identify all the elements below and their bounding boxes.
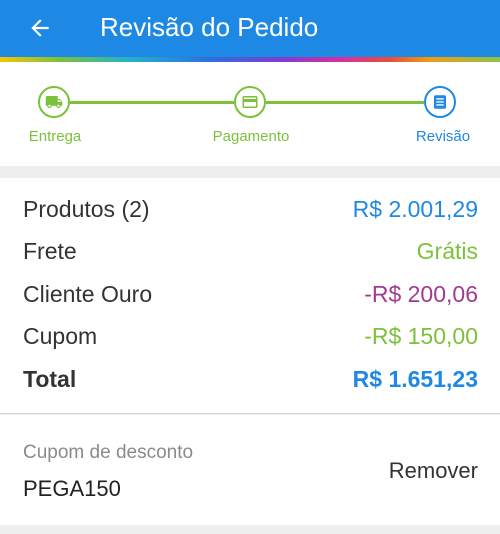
step-label-entrega: Entrega	[28, 128, 82, 145]
truck-icon	[45, 96, 63, 108]
step-label-revisao: Revisão	[415, 128, 471, 145]
summary-row-frete: Frete Grátis	[23, 235, 478, 267]
summary-value: R$ 2.001,29	[352, 195, 478, 222]
summary-label: Produtos (2)	[23, 195, 150, 222]
step-connector	[266, 101, 424, 104]
total-value: R$ 1.651,23	[352, 365, 478, 392]
summary-label: Cupom	[23, 322, 98, 349]
step-label-pagamento: Pagamento	[212, 128, 290, 145]
step-pagamento[interactable]	[234, 86, 266, 118]
step-connector	[70, 101, 234, 104]
coupon-caption: Cupom de desconto	[23, 442, 194, 463]
summary-value: -R$ 150,00	[364, 322, 478, 349]
summary-label: Cliente Ouro	[23, 280, 153, 307]
summary-value: -R$ 200,06	[364, 280, 478, 307]
summary-row-produtos: Produtos (2) R$ 2.001,29	[23, 193, 478, 225]
step-revisao[interactable]	[424, 86, 456, 118]
remove-coupon-button[interactable]: Remover	[389, 458, 478, 484]
coupon-code: PEGA150	[23, 476, 121, 501]
summary-value: Grátis	[416, 237, 478, 264]
page-title: Revisão do Pedido	[100, 12, 319, 42]
credit-card-icon	[242, 96, 258, 108]
list-icon	[434, 95, 446, 109]
summary-label: Frete	[23, 237, 77, 264]
back-button[interactable]	[20, 8, 60, 48]
summary-row-total: Total R$ 1.651,23	[23, 363, 478, 395]
summary-row-cliente-ouro: Cliente Ouro -R$ 200,06	[23, 278, 478, 310]
step-entrega[interactable]	[38, 86, 70, 118]
total-label: Total	[23, 365, 77, 392]
summary-row-cupom: Cupom -R$ 150,00	[23, 320, 478, 352]
arrow-left-icon	[31, 19, 49, 37]
